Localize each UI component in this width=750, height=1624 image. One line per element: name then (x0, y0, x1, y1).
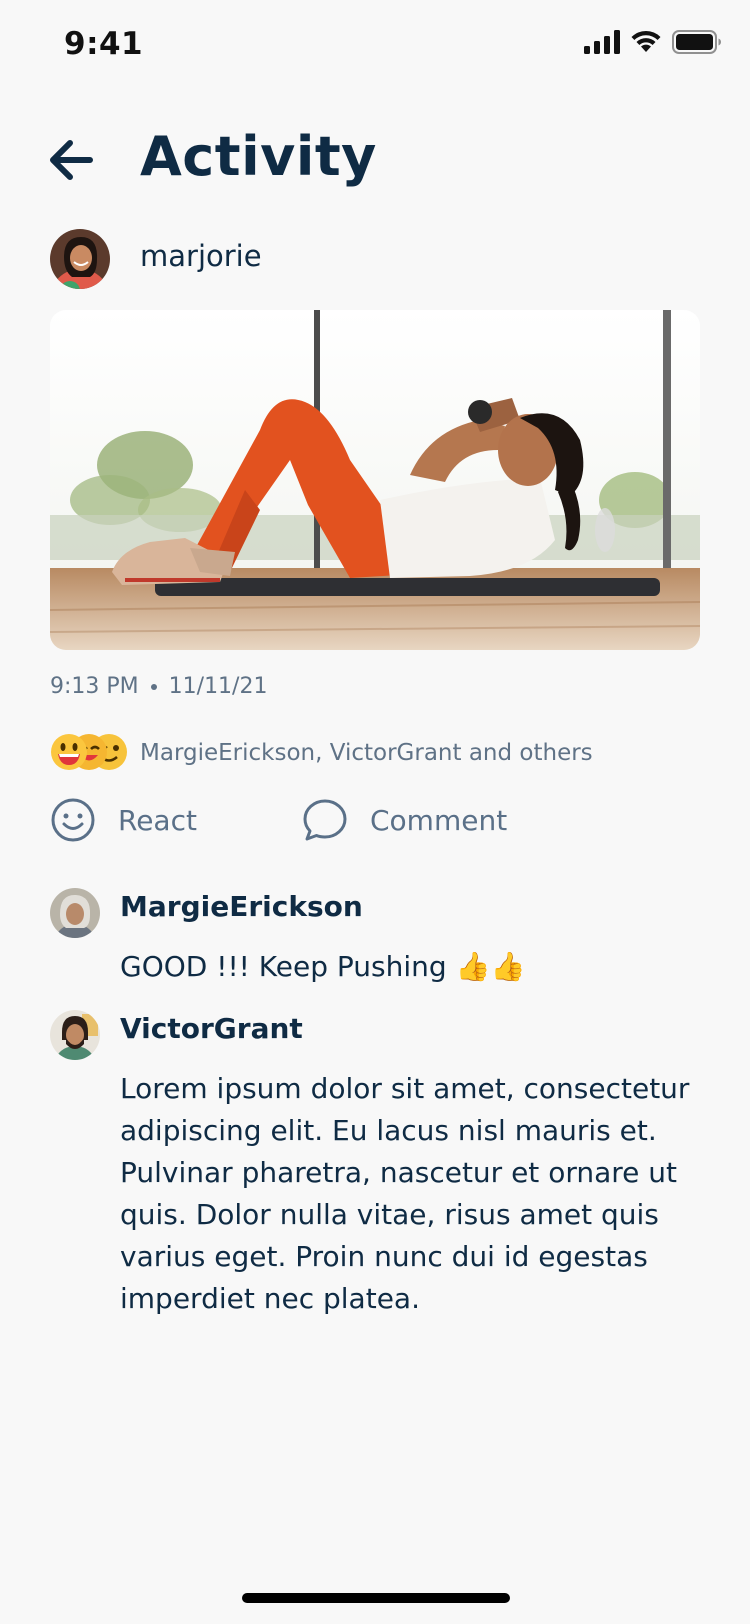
comment-author[interactable]: MargieErickson (120, 890, 363, 923)
post-actions: React Comment (50, 795, 700, 845)
author-avatar[interactable] (50, 229, 110, 289)
comment-button[interactable]: Comment (302, 795, 507, 845)
post-author[interactable]: marjorie (50, 229, 262, 289)
reaction-emojis (50, 733, 130, 773)
home-indicator[interactable] (242, 1593, 510, 1603)
battery-icon (672, 30, 721, 54)
header: Activity (0, 125, 750, 195)
smiley-face-icon (51, 798, 95, 842)
react-label: React (118, 803, 197, 837)
post-image[interactable] (50, 310, 700, 650)
reactions-text[interactable]: MargieErickson, VictorGrant and others (140, 740, 593, 766)
grinning-face-icon (51, 734, 87, 770)
status-bar: 9:41 (0, 0, 750, 92)
comment-text: Lorem ipsum dolor sit amet, consectetur … (120, 1072, 690, 1315)
comment-text: GOOD !!! Keep Pushing 👍👍 (120, 950, 526, 983)
react-button[interactable]: React (50, 795, 197, 845)
separator-dot (150, 683, 157, 690)
signal-icon (584, 30, 620, 54)
workout-photo (50, 310, 700, 650)
commenter-avatar[interactable] (50, 1010, 100, 1060)
arrow-left-icon (50, 140, 93, 180)
comment-author[interactable]: VictorGrant (120, 1012, 303, 1045)
comment-item: MargieErickson GOOD !!! Keep Pushing 👍👍 (50, 888, 700, 998)
reactions-summary[interactable]: MargieErickson, VictorGrant and others (50, 733, 593, 773)
wifi-icon (631, 30, 661, 52)
comment-item: VictorGrant Lorem ipsum dolor sit amet, … (50, 1010, 700, 1315)
author-name[interactable]: marjorie (140, 239, 262, 273)
commenter-avatar[interactable] (50, 888, 100, 938)
comment-label: Comment (370, 803, 508, 837)
status-time: 9:41 (64, 26, 144, 62)
status-icons (584, 30, 722, 54)
speech-bubble-icon (303, 799, 347, 841)
post-time: 9:13 PM (50, 674, 139, 699)
back-button[interactable] (46, 137, 96, 183)
post-meta: 9:13 PM 11/11/21 (50, 674, 267, 699)
post-date: 11/11/21 (168, 674, 268, 699)
page-title: Activity (140, 125, 377, 188)
